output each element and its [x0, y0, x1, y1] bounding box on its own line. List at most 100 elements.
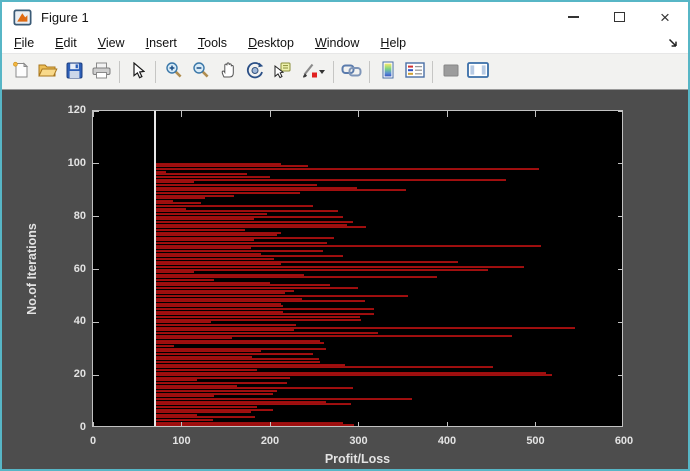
- toolbar-separator: [369, 61, 370, 83]
- maximize-button[interactable]: [596, 2, 642, 32]
- profit-bar: [155, 332, 378, 334]
- profit-bar: [155, 168, 539, 170]
- profit-bar: [155, 342, 324, 344]
- data-cursor-button[interactable]: [268, 58, 295, 85]
- menu-desktop[interactable]: Desktop: [248, 36, 294, 50]
- axis-tick: [93, 375, 99, 376]
- toolbar-separator: [333, 61, 334, 83]
- y-axis-label: No.of Iterations: [25, 223, 39, 315]
- profit-bar: [155, 327, 575, 329]
- menu-tools[interactable]: Tools: [198, 36, 227, 50]
- profit-bar: [155, 213, 267, 215]
- menu-file[interactable]: File: [14, 36, 34, 50]
- profit-bar: [155, 171, 166, 173]
- y-tick-label: 0: [42, 421, 86, 433]
- profit-bar: [155, 173, 247, 175]
- minimize-button[interactable]: [550, 2, 596, 32]
- axis-tick: [618, 322, 623, 323]
- profit-bar: [155, 324, 296, 326]
- profit-bar: [155, 393, 273, 395]
- show-plot-tools-button[interactable]: [464, 58, 491, 85]
- profit-bar: [155, 250, 323, 252]
- zoom-in-button[interactable]: [160, 58, 187, 85]
- x-tick-label: 300: [337, 435, 381, 447]
- toolbar-separator: [119, 61, 120, 83]
- profit-bar: [155, 226, 367, 228]
- profit-bar: [155, 287, 359, 289]
- axis-tick: [358, 111, 359, 117]
- close-icon: ×: [660, 9, 670, 26]
- profit-bar: [155, 271, 194, 273]
- hide-plot-tools-button[interactable]: [437, 58, 464, 85]
- profit-bar: [155, 358, 319, 360]
- colorbar-icon: [382, 61, 394, 82]
- close-button[interactable]: ×: [642, 2, 688, 32]
- figure-window: Figure 1 × File Edit View Insert Tools D…: [0, 0, 690, 471]
- profit-bar: [155, 303, 281, 305]
- profit-bar: [155, 216, 344, 218]
- brush-dropdown-caret-icon: [319, 70, 325, 74]
- brush-data-button[interactable]: [295, 58, 329, 85]
- profit-bar: [155, 361, 320, 363]
- profit-bar: [155, 232, 282, 234]
- profit-bar: [155, 414, 197, 416]
- x-tick-label: 100: [160, 435, 204, 447]
- print-figure-button[interactable]: [88, 58, 115, 85]
- profit-bar: [155, 242, 327, 244]
- profit-bar: [155, 261, 458, 263]
- rotate-3d-button[interactable]: [241, 58, 268, 85]
- profit-bar: [155, 163, 282, 165]
- x-axis-label: Profit/Loss: [258, 452, 458, 466]
- profit-bar: [155, 237, 334, 239]
- profit-bar: [155, 181, 194, 183]
- zoom-in-icon: [165, 61, 183, 82]
- profit-bar: [155, 372, 546, 374]
- insert-legend-button[interactable]: [401, 58, 428, 85]
- profit-bar: [155, 340, 320, 342]
- profit-bar: [155, 329, 294, 331]
- menu-insert[interactable]: Insert: [146, 36, 177, 50]
- menu-edit[interactable]: Edit: [55, 36, 77, 50]
- profit-bar: [155, 419, 213, 421]
- menu-help[interactable]: Help: [380, 36, 406, 50]
- edit-plot-button[interactable]: [124, 58, 151, 85]
- profit-bar: [155, 316, 360, 318]
- profit-bar: [155, 234, 277, 236]
- axis-tick: [181, 422, 182, 427]
- menu-view[interactable]: View: [98, 36, 125, 50]
- profit-bar: [155, 205, 313, 207]
- profit-bar: [155, 282, 270, 284]
- profit-bar: [155, 390, 277, 392]
- profit-bar: [155, 189, 406, 191]
- profit-bar: [155, 200, 173, 202]
- profit-bar: [155, 176, 270, 178]
- plot-tools-dock-icon: [467, 62, 489, 81]
- figure-canvas: No.of Iterations Profit/Loss 01002003004…: [2, 92, 688, 469]
- profit-bar: [155, 424, 354, 426]
- link-plot-button[interactable]: [338, 58, 365, 85]
- printer-icon: [92, 62, 111, 82]
- insert-colorbar-button[interactable]: [374, 58, 401, 85]
- axis-tick: [358, 422, 359, 427]
- plot-area[interactable]: [92, 110, 623, 427]
- x-tick-label: 0: [71, 435, 115, 447]
- dock-figure-arrow-icon[interactable]: [667, 36, 679, 54]
- profit-bar: [155, 255, 344, 257]
- zoom-out-button[interactable]: [187, 58, 214, 85]
- profit-bar: [155, 398, 412, 400]
- profit-bar: [155, 224, 347, 226]
- pointer-arrow-icon: [131, 62, 145, 82]
- profit-bar: [155, 350, 261, 352]
- matlab-icon: [13, 9, 32, 26]
- open-file-button[interactable]: [34, 58, 61, 85]
- new-figure-button[interactable]: [7, 58, 34, 85]
- profit-bar: [155, 210, 338, 212]
- profit-bar: [155, 253, 261, 255]
- save-figure-button[interactable]: [61, 58, 88, 85]
- pan-button[interactable]: [214, 58, 241, 85]
- axis-tick: [270, 422, 271, 427]
- menu-window[interactable]: Window: [315, 36, 359, 50]
- profit-bar: [155, 395, 214, 397]
- profit-bar: [155, 345, 174, 347]
- x-tick-label: 500: [514, 435, 558, 447]
